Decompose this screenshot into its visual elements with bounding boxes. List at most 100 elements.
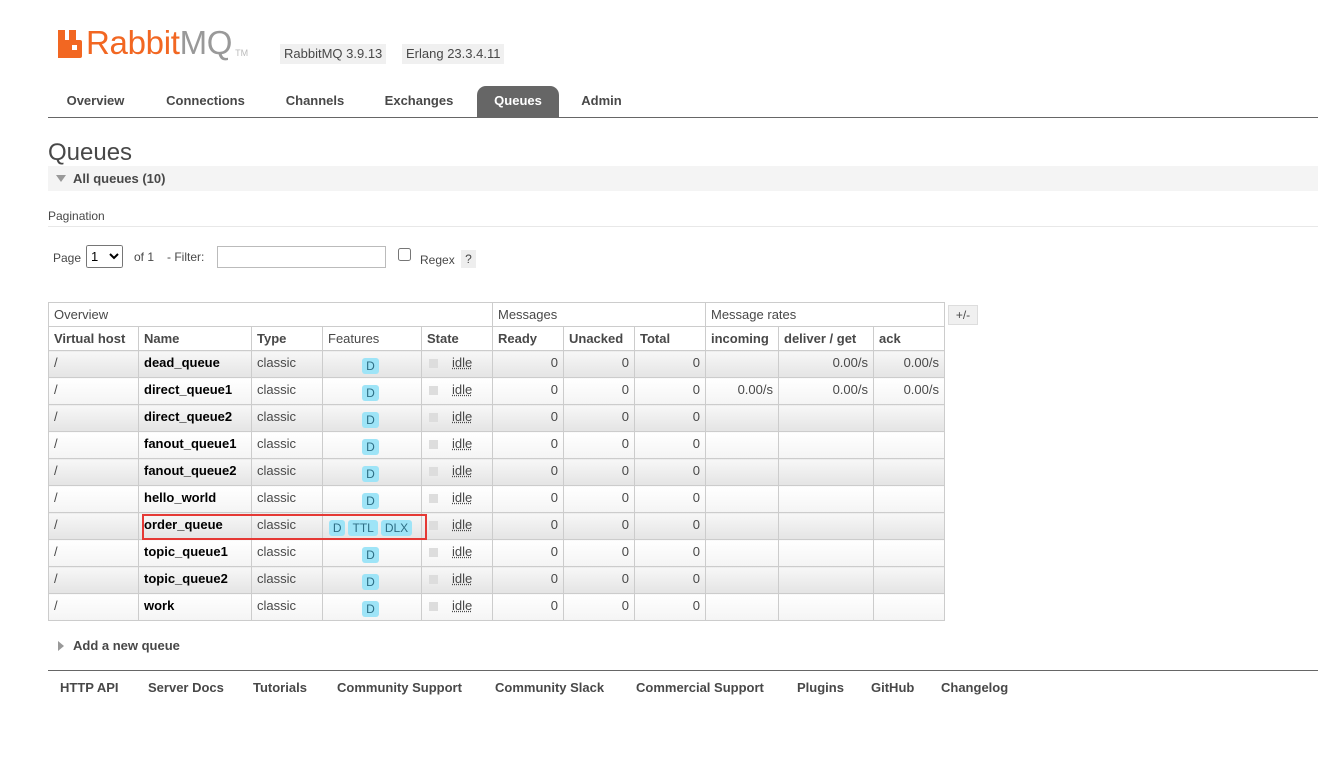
- col-type[interactable]: Type: [251, 326, 323, 351]
- queue-name-link[interactable]: hello_world: [138, 485, 252, 513]
- cell-deliver-get: [778, 458, 874, 486]
- logo-tm: TM: [235, 48, 249, 58]
- tab-admin[interactable]: Admin: [569, 86, 634, 117]
- column-toggle-button[interactable]: +/-: [948, 305, 978, 325]
- page-label: Page: [53, 251, 82, 265]
- page-of-label: of 1: [134, 250, 155, 264]
- col-total[interactable]: Total: [634, 326, 706, 351]
- cell-ack: [873, 404, 945, 432]
- rabbitmq-logo: RabbitMQ TM: [58, 26, 248, 62]
- regex-checkbox[interactable]: [398, 248, 411, 261]
- feature-badge: D: [362, 385, 379, 401]
- logo-text-mq: MQ: [179, 24, 233, 61]
- col-incoming[interactable]: incoming: [705, 326, 779, 351]
- footer-link-community-slack[interactable]: Community Slack: [495, 680, 604, 695]
- collapse-triangle-icon: [56, 175, 66, 182]
- queue-name-link[interactable]: topic_queue1: [138, 539, 252, 567]
- col-ack[interactable]: ack: [873, 326, 945, 351]
- cell-state: idle: [421, 512, 493, 540]
- cell-total: 0: [634, 539, 706, 567]
- table-row: / direct_queue1 classic Didle 0 0 0 0.00/s 0.00/…: [48, 377, 945, 405]
- filter-input[interactable]: [217, 246, 386, 268]
- queue-name-link[interactable]: topic_queue2: [138, 566, 252, 594]
- cell-state: idle: [421, 485, 493, 513]
- cell-features: D: [322, 404, 422, 432]
- erlang-version-badge: Erlang 23.3.4.11: [402, 44, 505, 64]
- add-queue-label: Add a new queue: [73, 638, 180, 653]
- queue-name-link[interactable]: direct_queue1: [138, 377, 252, 405]
- cell-ready: 0: [492, 458, 564, 486]
- cell-ready: 0: [492, 512, 564, 540]
- cell-deliver-get: 0.00/s: [778, 377, 874, 405]
- queues-table: Overview Messages Message rates Virtual …: [48, 302, 945, 621]
- state-indicator-icon: [429, 548, 438, 558]
- rabbitmq-version-badge: RabbitMQ 3.9.13: [280, 44, 387, 64]
- regex-help-button[interactable]: ?: [461, 250, 476, 268]
- queue-name-link[interactable]: work: [138, 593, 252, 621]
- col-name[interactable]: Name: [138, 326, 252, 351]
- tab-overview[interactable]: Overview: [48, 86, 143, 117]
- cell-unacked: 0: [563, 350, 635, 378]
- col-state[interactable]: State: [421, 326, 493, 351]
- cell-deliver-get: [778, 593, 874, 621]
- main-tabs: Overview Connections Channels Exchanges …: [48, 86, 1318, 118]
- all-queues-section-toggle[interactable]: All queues (10): [48, 166, 1318, 191]
- cell-ready: 0: [492, 566, 564, 594]
- cell-unacked: 0: [563, 458, 635, 486]
- cell-ack: 0.00/s: [873, 377, 945, 405]
- table-row: / topic_queue2 classic Didle 0 0 0: [48, 566, 945, 594]
- footer-link-tutorials[interactable]: Tutorials: [253, 680, 307, 695]
- cell-incoming: [705, 350, 779, 378]
- cell-features: D: [322, 458, 422, 486]
- tab-queues[interactable]: Queues: [477, 86, 559, 117]
- queue-name-link[interactable]: direct_queue2: [138, 404, 252, 432]
- cell-features: D: [322, 566, 422, 594]
- col-deliver-get[interactable]: deliver / get: [778, 326, 874, 351]
- cell-unacked: 0: [563, 539, 635, 567]
- cell-vhost: /: [48, 458, 139, 486]
- state-indicator-icon: [429, 440, 438, 450]
- footer-link-changelog[interactable]: Changelog: [941, 680, 1008, 695]
- col-unacked[interactable]: Unacked: [563, 326, 635, 351]
- queue-name-link[interactable]: fanout_queue1: [138, 431, 252, 459]
- cell-ready: 0: [492, 431, 564, 459]
- state-indicator-icon: [429, 521, 438, 531]
- state-indicator-icon: [429, 602, 438, 612]
- feature-badge: D: [362, 493, 379, 509]
- state-indicator-icon: [429, 467, 438, 477]
- footer-link-server-docs[interactable]: Server Docs: [148, 680, 224, 695]
- footer-link-github[interactable]: GitHub: [871, 680, 914, 695]
- feature-badge: D: [362, 466, 379, 482]
- cell-type: classic: [251, 404, 323, 432]
- footer-link-http-api[interactable]: HTTP API: [60, 680, 119, 695]
- cell-vhost: /: [48, 350, 139, 378]
- divider: [48, 226, 1318, 227]
- footer-link-community-support[interactable]: Community Support: [337, 680, 462, 695]
- footer-link-plugins[interactable]: Plugins: [797, 680, 844, 695]
- all-queues-label: All queues (10): [73, 171, 166, 186]
- cell-state: idle: [421, 539, 493, 567]
- tab-connections[interactable]: Connections: [153, 86, 258, 117]
- table-row: / work classic Didle 0 0 0: [48, 593, 945, 621]
- state-label: idle: [452, 409, 473, 424]
- state-indicator-icon: [429, 494, 438, 504]
- queue-name-link[interactable]: fanout_queue2: [138, 458, 252, 486]
- table-row: / fanout_queue1 classic Didle 0 0 0: [48, 431, 945, 459]
- cell-vhost: /: [48, 539, 139, 567]
- state-label: idle: [452, 463, 473, 478]
- tab-channels[interactable]: Channels: [270, 86, 360, 117]
- cell-total: 0: [634, 593, 706, 621]
- tab-exchanges[interactable]: Exchanges: [373, 86, 465, 117]
- group-message-rates: Message rates: [705, 302, 945, 327]
- col-ready[interactable]: Ready: [492, 326, 564, 351]
- state-label: idle: [452, 598, 473, 613]
- cell-type: classic: [251, 566, 323, 594]
- cell-ack: [873, 512, 945, 540]
- queue-name-link[interactable]: dead_queue: [138, 350, 252, 378]
- col-virtual-host[interactable]: Virtual host: [48, 326, 139, 351]
- table-row: / dead_queue classic Didle 0 0 0 0.00/s 0.00/s: [48, 350, 945, 378]
- page-select[interactable]: 1: [86, 245, 123, 268]
- cell-deliver-get: 0.00/s: [778, 350, 874, 378]
- footer-link-commercial-support[interactable]: Commercial Support: [636, 680, 764, 695]
- group-overview: Overview: [48, 302, 493, 327]
